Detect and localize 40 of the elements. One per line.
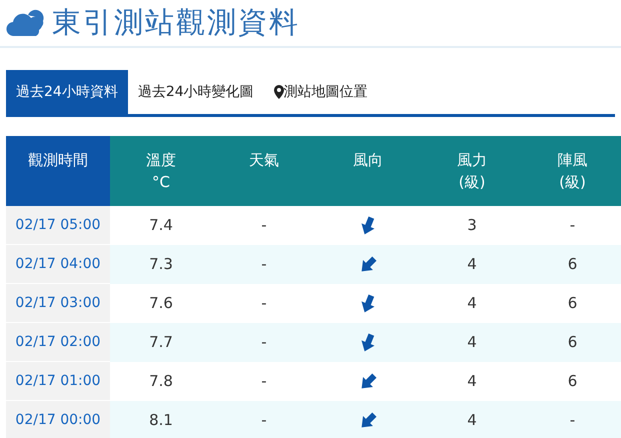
- table-cell-text: 4: [466, 293, 478, 314]
- table-cell-text: 6: [566, 293, 578, 314]
- table-cell-text: -: [568, 410, 576, 432]
- column-header: 觀測時間: [6, 136, 110, 206]
- table-cell-text: 7.4: [148, 215, 174, 236]
- table-cell-text: 6: [566, 254, 578, 276]
- page-title: 東引測站觀測資料: [52, 4, 300, 42]
- time-cell: 02/17 04:00: [6, 245, 110, 284]
- time-cell: 02/17 03:00: [6, 284, 110, 323]
- table-cell-text: 3: [466, 215, 478, 236]
- table-cell-text: 6: [566, 371, 578, 392]
- cloud-icon: [6, 8, 44, 38]
- tab[interactable]: 過去24小時資料: [6, 70, 128, 114]
- table-cell-text: 4: [466, 254, 478, 276]
- time-cell: 02/17 02:00: [6, 323, 110, 362]
- table-cell-text: 7.7: [148, 332, 174, 354]
- table-cell-text: 7.3: [148, 254, 174, 276]
- table-cell-text: -: [568, 215, 576, 236]
- map-pin-icon: [274, 85, 284, 99]
- table-cell-text: 7.6: [148, 293, 174, 314]
- table-cell-text: 4: [466, 332, 478, 354]
- table-cell-text: 4: [466, 371, 478, 392]
- time-cell: 02/17 00:00: [6, 401, 110, 438]
- table-cell-text: -: [260, 371, 268, 392]
- table-cell-text: -: [260, 410, 268, 432]
- time-cell: 02/17 05:00: [6, 206, 110, 245]
- table-cell-text: -: [260, 332, 268, 354]
- column-header: 風向: [316, 136, 420, 206]
- time-cell: 02/17 01:00: [6, 362, 110, 401]
- column-header: 陣風 (級): [524, 136, 621, 206]
- table-cell-text: 4: [466, 410, 478, 432]
- table-cell-text: -: [260, 293, 268, 314]
- column-header: 天氣: [212, 136, 316, 206]
- table-cell-text: 6: [566, 332, 578, 354]
- table-cell-text: 7.8: [148, 371, 174, 392]
- table-cell-text: -: [260, 254, 268, 276]
- table-cell-text: -: [260, 215, 268, 236]
- table-cell-text: 8.1: [148, 410, 174, 432]
- column-header: 風力 (級): [420, 136, 524, 206]
- column-header: 溫度 °C: [110, 136, 212, 206]
